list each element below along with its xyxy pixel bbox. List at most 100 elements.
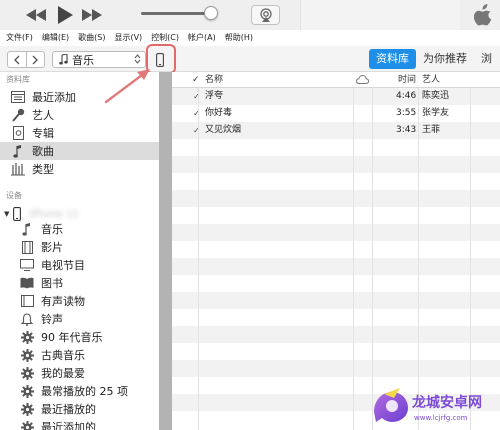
header-check[interactable]: ✓ [192, 72, 200, 88]
song-checkbox[interactable]: ✓ [192, 126, 201, 135]
tab-for-you[interactable]: 为你推荐 [416, 49, 474, 69]
sidebar-scrollbar[interactable] [159, 72, 172, 430]
table-row-empty [172, 360, 500, 377]
apple-logo-icon [474, 4, 492, 26]
select-arrows-icon [134, 53, 141, 67]
iphone-icon [13, 207, 22, 221]
artist-icon [10, 107, 26, 123]
table-row-empty [172, 411, 500, 428]
menu-view[interactable]: 显示(V) [108, 30, 145, 46]
sidebar-device-item-books[interactable]: 图书 [0, 274, 159, 292]
sidebar-item-label: 90 年代音乐 [41, 331, 103, 344]
sidebar-item-label: 艺人 [32, 109, 54, 122]
back-button[interactable] [8, 52, 26, 67]
menu-help[interactable]: 帮助(H) [219, 30, 256, 46]
play-icon [57, 6, 73, 24]
sidebar-item-genres[interactable]: 类型 [0, 160, 159, 178]
sidebar-device-item-recently-added[interactable]: 最近添加的 [0, 418, 159, 430]
table-header: ✓ 名称 时间 艺人 [172, 72, 500, 88]
song-checkbox[interactable]: ✓ [192, 92, 201, 101]
table-row-empty [172, 190, 500, 207]
chevron-left-icon [13, 55, 20, 64]
table-row-empty [172, 292, 500, 309]
column-divider [418, 72, 419, 430]
tv-icon [19, 257, 35, 273]
sidebar-item-label: 歌曲 [32, 145, 54, 158]
song-name: 浮夸 [205, 91, 224, 101]
chevron-right-icon [32, 55, 39, 64]
album-icon [10, 125, 26, 141]
sidebar-item-label: 音乐 [41, 223, 63, 236]
table-row-empty [172, 156, 500, 173]
bell-icon [19, 311, 35, 327]
sidebar-item-label: 最近播放的 [41, 403, 96, 416]
table-row-empty [172, 326, 500, 343]
music-note-icon [10, 143, 26, 159]
menu-file[interactable]: 文件(F) [0, 30, 36, 46]
disclosure-triangle-icon[interactable]: ▼ [4, 210, 9, 218]
sidebar-item-label: 有声读物 [41, 295, 85, 308]
song-artist: 陈奕迅 [422, 91, 450, 101]
table-row[interactable]: ✓ 浮夸 4:46 陈奕迅 [172, 88, 500, 105]
sidebar-item-label: 铃声 [41, 313, 63, 326]
recently-added-icon [10, 89, 26, 105]
header-name[interactable]: 名称 [205, 72, 223, 88]
sidebar-device-item-movies[interactable]: 影片 [0, 238, 159, 256]
forward-button[interactable] [25, 52, 45, 67]
sidebar-device-item-tv-shows[interactable]: 电视节目 [0, 256, 159, 274]
table-row-empty [172, 309, 500, 326]
gear-icon [19, 329, 35, 345]
view-tabs: 资料库 为你推荐 浏 [369, 49, 499, 69]
sidebar-device-item-ringtones[interactable]: 铃声 [0, 310, 159, 328]
tab-library[interactable]: 资料库 [369, 49, 416, 69]
rewind-button[interactable] [24, 4, 48, 26]
media-type-select[interactable]: 音乐 [52, 51, 146, 68]
devices-section-title: 设备 [6, 191, 22, 200]
sidebar-device-item-audiobooks[interactable]: 有声读物 [0, 292, 159, 310]
sidebar-item-recently-added[interactable]: 最近添加 [0, 88, 159, 106]
song-name: 又见炊烟 [205, 125, 242, 135]
sidebar-item-label: 最常播放的 25 项 [41, 385, 128, 398]
cloud-icon[interactable] [355, 74, 370, 90]
sidebar-device-item-music[interactable]: 音乐 [0, 220, 159, 238]
header-time[interactable]: 时间 [398, 72, 416, 88]
sidebar-item-songs[interactable]: 歌曲 [0, 142, 159, 160]
menu-account[interactable]: 帐户(A) [182, 30, 219, 46]
table-row-empty [172, 173, 500, 190]
table-row[interactable]: ✓ 你好毒 3:55 张学友 [172, 105, 500, 122]
fast-forward-icon [82, 9, 102, 21]
play-button[interactable] [54, 4, 76, 26]
media-type-label: 音乐 [72, 53, 94, 67]
menu-controls[interactable]: 控制(C) [145, 30, 182, 46]
menu-song[interactable]: 歌曲(S) [72, 30, 108, 46]
song-time: 3:43 [396, 125, 417, 135]
table-row-empty [172, 258, 500, 275]
sidebar-item-albums[interactable]: 专辑 [0, 124, 159, 142]
sidebar-device-item-top-25[interactable]: 最常播放的 25 项 [0, 382, 159, 400]
sidebar-item-label: 专辑 [32, 127, 54, 140]
table-row-empty [172, 241, 500, 258]
song-checkbox[interactable]: ✓ [192, 109, 201, 118]
sidebar-device-item-favorites[interactable]: 我的最爱 [0, 364, 159, 382]
sidebar-device-item-recently-played[interactable]: 最近播放的 [0, 400, 159, 418]
airplay-button[interactable] [251, 5, 280, 25]
genre-icon [10, 161, 26, 177]
sidebar-item-label: 最近添加 [32, 91, 76, 104]
music-note-icon [59, 54, 68, 65]
sidebar-device-item-classical[interactable]: 古典音乐 [0, 346, 159, 364]
sidebar-item-artists[interactable]: 艺人 [0, 106, 159, 124]
song-artist: 王菲 [422, 125, 441, 135]
audiobook-icon [19, 293, 35, 309]
fast-forward-button[interactable] [80, 4, 104, 26]
device-button[interactable] [153, 51, 166, 68]
library-section-title: 资料库 [6, 75, 30, 84]
header-artist[interactable]: 艺人 [422, 72, 440, 88]
volume-slider-knob[interactable] [204, 6, 218, 20]
sidebar-device-item-90s-music[interactable]: 90 年代音乐 [0, 328, 159, 346]
tab-browse[interactable]: 浏 [474, 49, 499, 69]
menu-edit[interactable]: 编辑(E) [36, 30, 72, 46]
table-row[interactable]: ✓ 又见炊烟 3:43 王菲 [172, 122, 500, 139]
table-row-empty [172, 207, 500, 224]
sidebar-item-label: 电视节目 [41, 259, 85, 272]
gear-icon [19, 365, 35, 381]
